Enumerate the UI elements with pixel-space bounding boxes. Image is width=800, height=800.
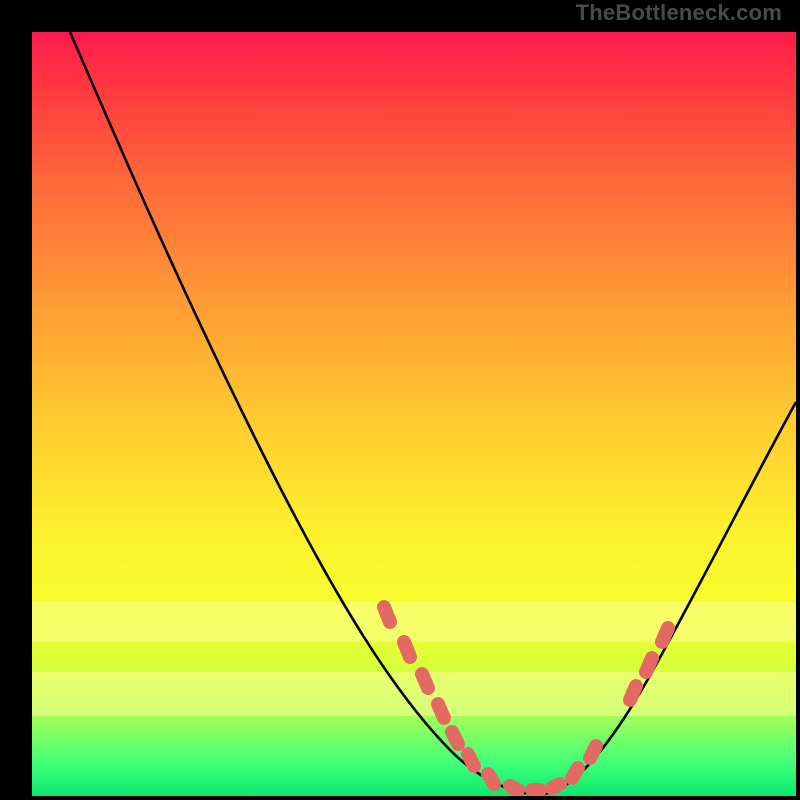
marker-dot [552,784,560,788]
attribution-text: TheBottleneck.com [576,0,782,26]
marker-dot [384,607,390,622]
marker-dot [646,658,652,672]
marker-dot [630,686,636,700]
marker-dot [422,674,428,688]
marker-dot [404,642,410,657]
chart-plot-area [32,32,796,796]
marker-dot [662,628,668,642]
marker-dot [510,786,518,790]
marker-group [384,607,668,790]
curve-group [70,32,796,794]
marker-dot [452,732,458,744]
marker-dot [488,774,494,784]
marker-dot [572,768,578,778]
marker-dot [590,746,596,758]
chart-svg [32,32,796,796]
marker-dot [468,754,474,766]
marker-dot [438,704,444,718]
bottleneck-curve-path [70,32,796,794]
chart-frame [14,14,786,786]
